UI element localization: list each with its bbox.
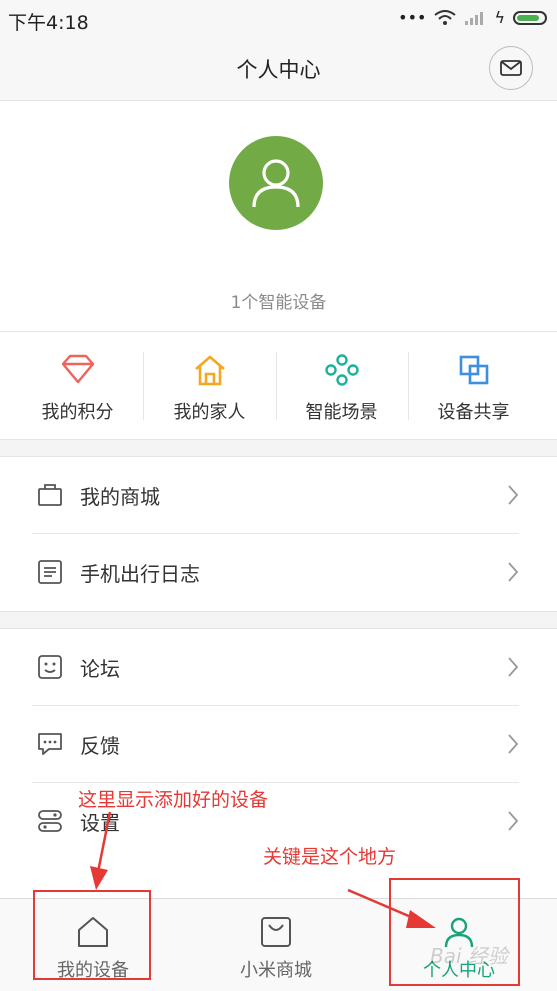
- forum-icon: [38, 655, 62, 679]
- menu-item-travel-log[interactable]: 手机出行日志: [0, 534, 557, 611]
- menu-item-label: 手机出行日志: [80, 562, 200, 586]
- menu-item-label: 我的商城: [80, 485, 160, 509]
- quick-item-label: 设备共享: [437, 402, 510, 423]
- diamond-icon: [61, 354, 94, 384]
- quick-item-label: 我的积分: [41, 402, 114, 423]
- signal-icon: [465, 11, 484, 25]
- menu-item-forum[interactable]: 论坛: [0, 629, 557, 706]
- chevron-right-icon: [508, 485, 519, 505]
- more-dots-icon: •••: [398, 8, 427, 27]
- bag-outline-icon: [261, 917, 291, 947]
- status-icons: ••• ϟ: [398, 8, 547, 27]
- menu-item-label: 反馈: [80, 734, 120, 758]
- tab-mi-store[interactable]: 小米商城: [183, 899, 369, 991]
- battery-icon: [513, 10, 547, 25]
- menu-item-label: 论坛: [80, 657, 120, 681]
- section-gap: [0, 439, 557, 457]
- quick-item-scene[interactable]: 智能场景: [272, 332, 411, 440]
- shop-bag-icon: [38, 484, 62, 506]
- quick-item-label: 智能场景: [305, 402, 378, 423]
- message-button[interactable]: [489, 46, 533, 90]
- quick-item-points[interactable]: 我的积分: [8, 332, 147, 440]
- menu-item-shop[interactable]: 我的商城: [0, 457, 557, 534]
- home-icon: [194, 355, 225, 386]
- quick-item-label: 我的家人: [173, 402, 246, 423]
- annotation-box-devices: [33, 890, 151, 980]
- tab-label: 小米商城: [240, 960, 312, 981]
- section-gap: [0, 611, 557, 629]
- mail-icon: [500, 60, 522, 76]
- log-icon: [38, 560, 62, 584]
- annotation-box-personal: [389, 878, 520, 986]
- chevron-right-icon: [508, 734, 519, 754]
- wifi-icon: [434, 9, 457, 25]
- profile-section: 1个智能设备: [0, 101, 557, 331]
- avatar[interactable]: [229, 136, 323, 230]
- menu-item-feedback[interactable]: 反馈: [0, 706, 557, 783]
- status-bar: 下午4:18 ••• ϟ: [0, 0, 557, 40]
- app-header: 个人中心: [0, 40, 557, 101]
- chevron-right-icon: [508, 657, 519, 677]
- quick-item-family[interactable]: 我的家人: [140, 332, 279, 440]
- chevron-right-icon: [508, 811, 519, 831]
- charging-icon: ϟ: [494, 8, 505, 27]
- feedback-icon: [38, 733, 62, 755]
- watermark: Bai 经验: [430, 944, 508, 968]
- scene-icon: [324, 354, 359, 386]
- annotation-note-devices: 这里显示添加好的设备: [78, 789, 269, 811]
- share-icon: [459, 355, 488, 385]
- device-count: 1个智能设备: [230, 293, 327, 313]
- page-title: 个人中心: [236, 58, 321, 82]
- annotation-note-key: 关键是这个地方: [263, 846, 397, 868]
- status-time: 下午4:18: [8, 12, 89, 34]
- quick-item-share[interactable]: 设备共享: [404, 332, 543, 440]
- user-avatar-icon: [252, 159, 300, 208]
- quick-actions: 我的积分 我的家人 智能场景 设备共享: [0, 331, 557, 440]
- chevron-right-icon: [508, 562, 519, 582]
- settings-icon: [38, 810, 62, 832]
